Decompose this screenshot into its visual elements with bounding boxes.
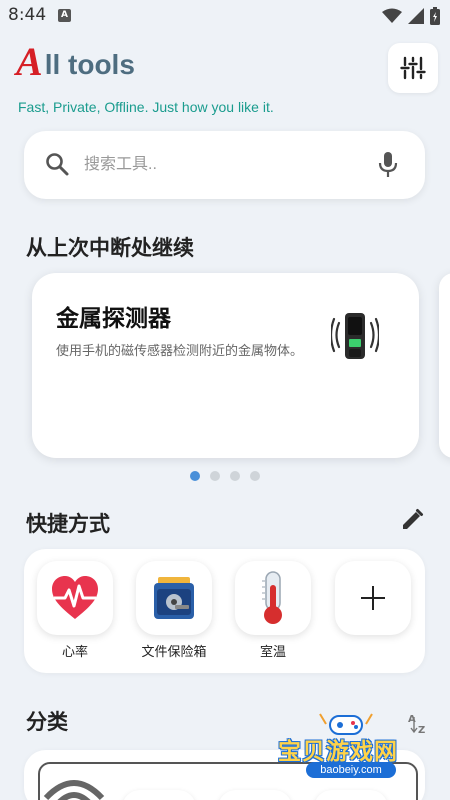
shortcut-tile [136, 561, 212, 635]
search-icon [46, 153, 69, 176]
add-shortcut-button[interactable] [333, 561, 413, 635]
metal-detector-icon [331, 313, 379, 359]
next-card-peek[interactable] [439, 273, 450, 458]
shortcut-file-vault[interactable]: 文件保险箱 [134, 561, 214, 660]
category-tile[interactable] [218, 790, 292, 800]
shortcut-label: 室温 [259, 645, 286, 660]
tagline: Fast, Private, Offline. Just how you lik… [18, 99, 274, 115]
app-title: A ll tools [16, 42, 135, 82]
categories-section-title: 分类 [26, 710, 68, 734]
pagination-dot[interactable] [250, 471, 260, 481]
status-bar: 8:44 A [0, 0, 450, 32]
shortcuts-section-title: 快捷方式 [26, 512, 110, 536]
app-logo: A [16, 39, 43, 84]
pagination-dot[interactable] [210, 471, 220, 481]
category-tile[interactable] [122, 790, 196, 800]
shortcut-tile [235, 561, 311, 635]
battery-icon [430, 7, 440, 25]
shortcut-room-temperature[interactable]: 室温 [233, 561, 313, 660]
app-title-text: ll tools [44, 49, 135, 80]
watermark-title: 宝贝游戏网 [278, 739, 398, 765]
heart-rate-icon [52, 576, 98, 619]
shortcut-tile [335, 561, 411, 635]
mic-icon[interactable] [377, 151, 399, 179]
carousel-pagination [190, 471, 260, 481]
pagination-dot[interactable] [190, 471, 200, 481]
pencil-icon[interactable] [400, 508, 424, 532]
file-vault-icon [154, 577, 194, 619]
category-tile[interactable] [314, 790, 388, 800]
thermometer-icon [262, 571, 282, 624]
shortcut-label: 文件保险箱 [141, 645, 207, 660]
card-title: 金属探测器 [56, 306, 171, 332]
status-time: 8:44 [8, 5, 47, 25]
watermark: 宝贝游戏网 baobeiy.com [278, 712, 438, 784]
search-bar[interactable] [24, 131, 425, 199]
plus-icon [361, 586, 385, 610]
shortcut-tile [37, 561, 113, 635]
continue-section-title: 从上次中断处继续 [26, 236, 194, 260]
wifi-icon [382, 8, 402, 23]
shortcut-label: 心率 [61, 645, 88, 660]
card-description: 使用手机的磁传感器检测附近的金属物体。 [56, 344, 304, 359]
pagination-dot[interactable] [230, 471, 240, 481]
notification-badge-icon: A [58, 9, 71, 22]
recent-tool-card[interactable]: 金属探测器 使用手机的磁传感器检测附近的金属物体。 [32, 273, 419, 458]
wifi-category-icon [43, 780, 105, 800]
shortcuts-panel: 心率 文件保险箱 室温 [24, 549, 425, 673]
watermark-url: baobeiy.com [306, 762, 396, 778]
sliders-icon [400, 56, 426, 80]
shortcut-heart-rate[interactable]: 心率 [35, 561, 115, 660]
signal-icon [408, 8, 424, 24]
settings-button[interactable] [388, 43, 438, 93]
search-input[interactable] [84, 149, 354, 181]
